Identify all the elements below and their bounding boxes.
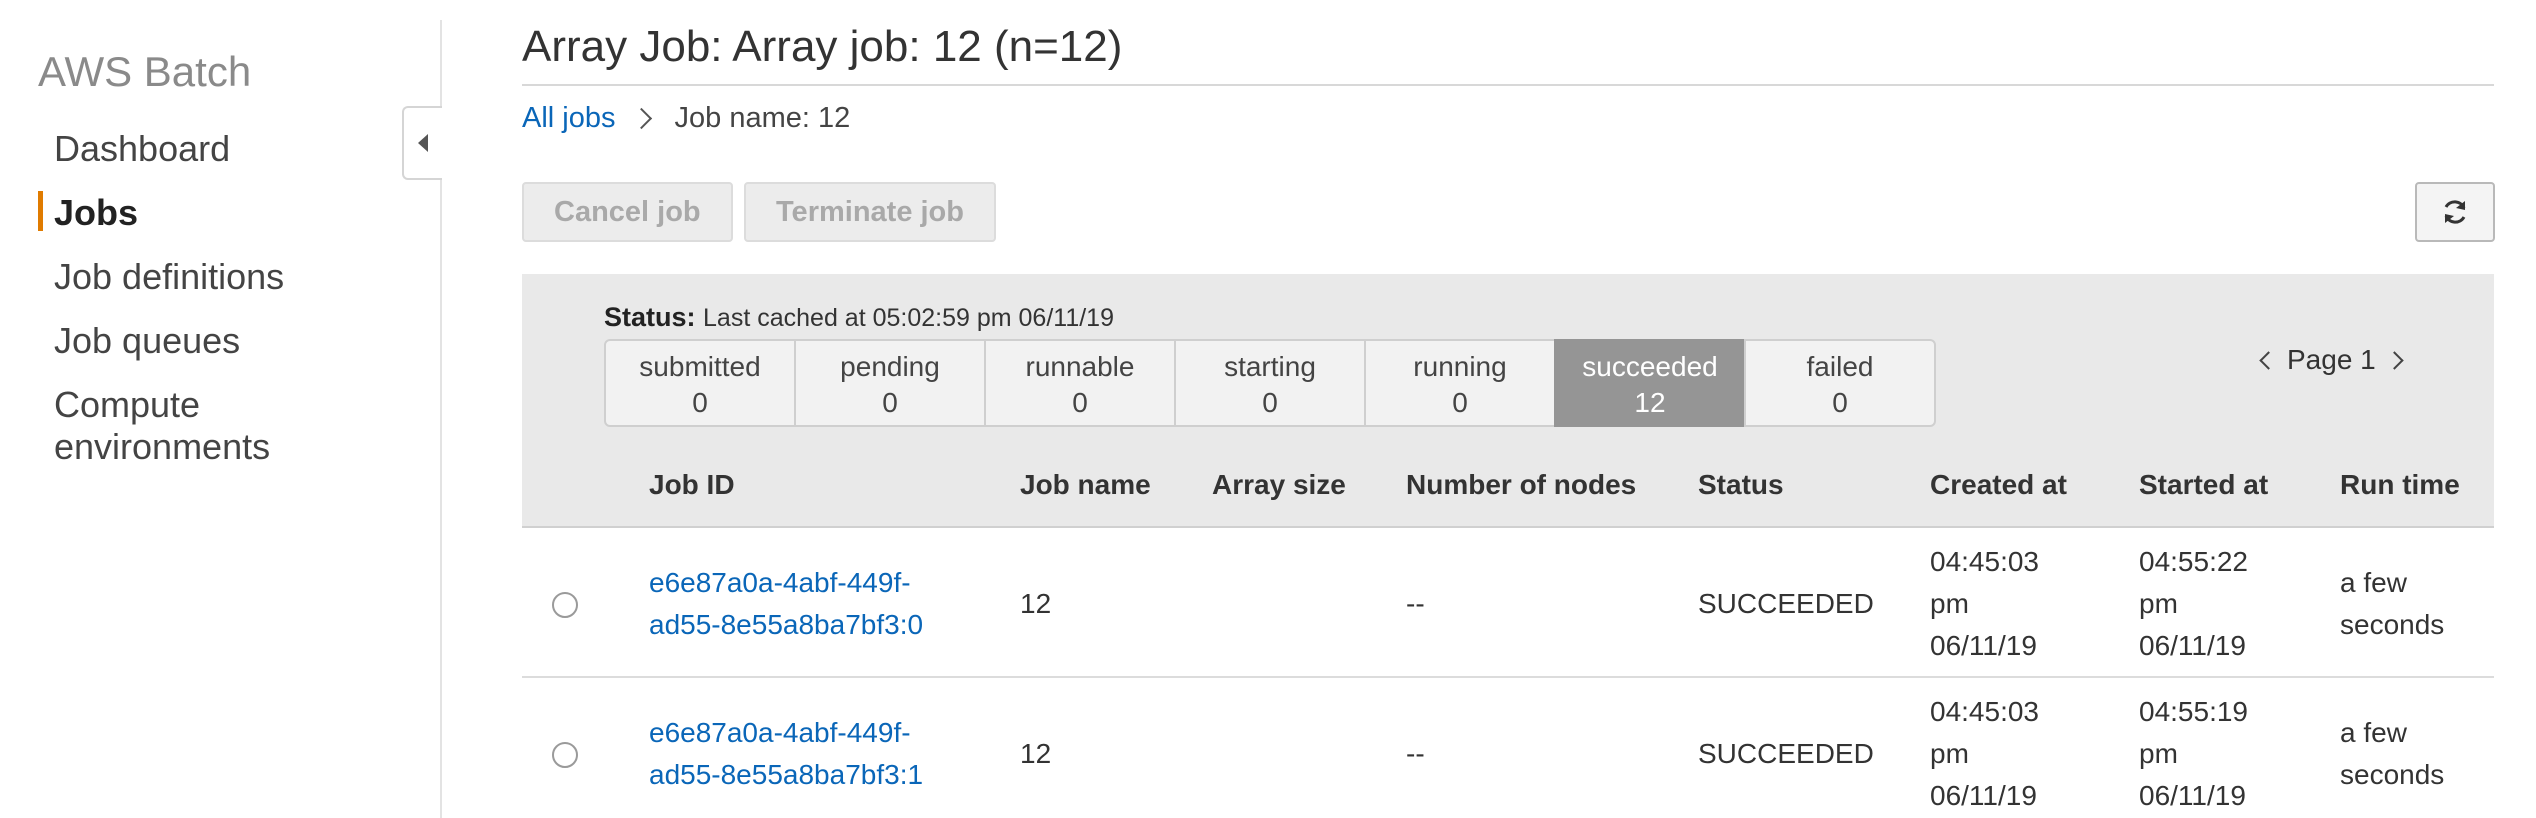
breadcrumb-current: Job name: 12 (674, 102, 851, 134)
cancel-job-button[interactable]: Cancel job (522, 182, 733, 242)
status-tab-count: 0 (1072, 387, 1088, 418)
job-id-link[interactable]: e6e87a0a-4abf-449f- ad55-8e55a8ba7bf3:1 (649, 712, 923, 796)
page-label: Page 1 (2287, 344, 2376, 375)
status-tab-runnable[interactable]: runnable 0 (984, 339, 1176, 427)
status-tab-label: runnable (1025, 351, 1135, 382)
active-nav-marker (38, 191, 43, 231)
refresh-icon (2444, 200, 2466, 224)
status-tab-pending[interactable]: pending 0 (794, 339, 986, 427)
created-at-cell: 04:45:03 pm 06/11/19 (1930, 696, 2039, 811)
breadcrumb: All jobs Job name: 12 (522, 102, 850, 135)
title-divider (522, 84, 2494, 86)
job-id-line: ad55-8e55a8ba7bf3:0 (649, 609, 924, 640)
page-title: Array Job: Array job: 12 (n=12) (522, 22, 1123, 71)
chevron-right-icon (630, 107, 652, 130)
sidebar-item-jobs[interactable]: Jobs (54, 192, 138, 234)
status-tab-label: starting (1224, 351, 1316, 382)
run-time-cell: a few seconds (2340, 567, 2445, 640)
app-title: AWS Batch (38, 48, 252, 95)
column-header-job-id[interactable]: Job ID (649, 469, 735, 501)
status-tab-running[interactable]: running 0 (1364, 339, 1556, 427)
status-tab-count: 0 (1262, 387, 1278, 418)
job-id-line: e6e87a0a-4abf-449f- (649, 717, 911, 748)
status-line: Status: Last cached at 05:02:59 pm 06/11… (604, 302, 1114, 333)
started-at-cell: 04:55:19 pm 06/11/19 (2139, 696, 2248, 811)
nodes-cell: -- (1406, 738, 1425, 769)
last-cached-text: Last cached at 05:02:59 pm 06/11/19 (703, 304, 1114, 332)
status-filter-tabs: submitted 0 pending 0 runnable 0 startin… (604, 339, 1936, 427)
status-label: Status: (604, 302, 696, 332)
sidebar-item-label: Compute (54, 384, 201, 425)
sidebar-item-compute-environments[interactable]: Compute environments (54, 384, 270, 468)
row-select-radio[interactable] (552, 742, 578, 768)
row-select-radio[interactable] (552, 592, 578, 618)
refresh-button[interactable] (2415, 182, 2495, 242)
next-page-icon[interactable] (2385, 350, 2404, 370)
status-tab-count: 12 (1634, 387, 1666, 418)
caret-left-icon (418, 134, 428, 152)
breadcrumb-all-jobs-link[interactable]: All jobs (522, 102, 616, 135)
sidebar: AWS Batch Dashboard Jobs Job definitions… (0, 0, 440, 818)
nodes-cell: -- (1406, 588, 1425, 619)
run-time-cell: a few seconds (2340, 717, 2445, 790)
job-id-line: e6e87a0a-4abf-449f- (649, 567, 911, 598)
pagination: Page 1 (2259, 344, 2404, 376)
column-header-run-time[interactable]: Run time (2340, 469, 2460, 501)
column-header-number-of-nodes[interactable]: Number of nodes (1406, 469, 1636, 501)
terminate-job-button[interactable]: Terminate job (744, 182, 996, 242)
status-cell: SUCCEEDED (1698, 588, 1874, 619)
started-at-cell: 04:55:22 pm 06/11/19 (2139, 546, 2248, 661)
status-tab-label: succeeded (1582, 351, 1718, 382)
sidebar-item-job-queues[interactable]: Job queues (54, 320, 240, 362)
sidebar-collapse-button[interactable] (402, 106, 442, 180)
status-cell: SUCCEEDED (1698, 738, 1874, 769)
status-tab-count: 0 (882, 387, 898, 418)
status-tab-label: pending (840, 351, 940, 382)
sidebar-item-job-definitions[interactable]: Job definitions (54, 256, 284, 298)
status-tab-submitted[interactable]: submitted 0 (604, 339, 796, 427)
job-name-cell: 12 (1020, 588, 1052, 619)
sidebar-item-dashboard[interactable]: Dashboard (54, 128, 230, 170)
header-divider (522, 526, 2494, 528)
status-tab-starting[interactable]: starting 0 (1174, 339, 1366, 427)
status-tab-label: running (1413, 351, 1507, 382)
status-tab-count: 0 (1832, 387, 1848, 418)
column-header-created-at[interactable]: Created at (1930, 469, 2067, 501)
job-id-line: ad55-8e55a8ba7bf3:1 (649, 759, 924, 790)
previous-page-icon[interactable] (2259, 350, 2278, 370)
status-tab-label: failed (1806, 351, 1874, 382)
column-header-started-at[interactable]: Started at (2139, 469, 2268, 501)
status-tab-label: submitted (639, 351, 761, 382)
status-tab-count: 0 (692, 387, 708, 418)
job-id-link[interactable]: e6e87a0a-4abf-449f- ad55-8e55a8ba7bf3:0 (649, 562, 923, 646)
created-at-cell: 04:45:03 pm 06/11/19 (1930, 546, 2039, 661)
column-header-job-name[interactable]: Job name (1020, 469, 1151, 501)
status-tab-count: 0 (1452, 387, 1468, 418)
column-header-array-size[interactable]: Array size (1212, 469, 1346, 501)
status-tab-succeeded[interactable]: succeeded 12 (1554, 339, 1746, 427)
sidebar-item-label: environments (54, 426, 271, 467)
jobs-panel: Status: Last cached at 05:02:59 pm 06/11… (522, 274, 2494, 818)
row-divider (522, 676, 2494, 678)
column-header-status[interactable]: Status (1698, 469, 1784, 501)
job-name-cell: 12 (1020, 738, 1052, 769)
status-tab-failed[interactable]: failed 0 (1744, 339, 1936, 427)
